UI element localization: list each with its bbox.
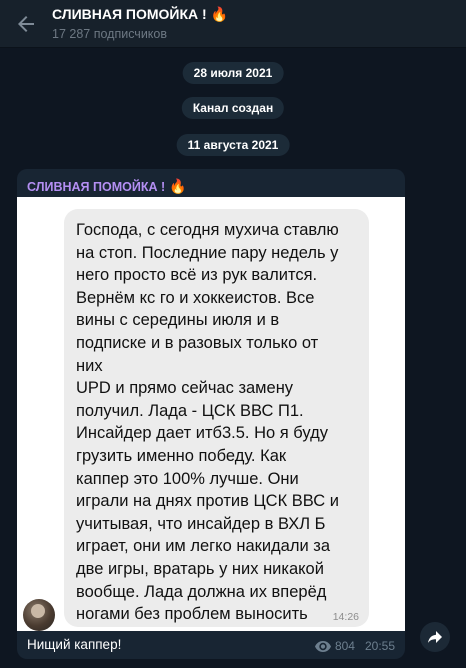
message-caption: Нищий каппер!	[27, 637, 122, 652]
eye-icon	[314, 640, 331, 652]
date-separator: 11 августа 2021	[176, 134, 290, 156]
arrow-left-icon	[18, 16, 34, 32]
fire-emoji: 🔥	[210, 6, 229, 22]
channel-title-text: СЛИВНАЯ ПОМОЙКА !	[52, 6, 207, 22]
screenshot-avatar	[23, 599, 55, 631]
channel-created-notice: Канал создан	[181, 97, 285, 119]
share-button[interactable]	[420, 622, 450, 652]
view-count: 804	[334, 639, 355, 653]
channel-title[interactable]: СЛИВНАЯ ПОМОЙКА ! 🔥	[52, 6, 228, 23]
message-time: 20:55	[364, 639, 395, 653]
date-separator: 28 июля 2021	[182, 62, 284, 84]
message-author-name: СЛИВНАЯ ПОМОЙКА !	[27, 180, 166, 194]
channel-header: СЛИВНАЯ ПОМОЙКА ! 🔥 17 287 подписчиков	[0, 0, 466, 48]
message-meta: 804 20:55	[314, 639, 395, 653]
message-bubble[interactable]: СЛИВНАЯ ПОМОЙКА ! 🔥 Господа, с сегодня му…	[17, 169, 405, 659]
message-photo[interactable]: Господа, с сегодня мухича ставлю на стоп…	[17, 197, 405, 631]
back-button[interactable]	[14, 12, 38, 36]
fire-emoji: 🔥	[169, 178, 187, 194]
share-arrow-icon	[428, 631, 442, 643]
subscriber-count: 17 287 подписчиков	[52, 27, 168, 41]
screenshot-message-time: 14:26	[332, 611, 359, 623]
message-author[interactable]: СЛИВНАЯ ПОМОЙКА ! 🔥	[27, 178, 187, 195]
screenshot-chat-bubble: Господа, с сегодня мухича ставлю на стоп…	[64, 209, 369, 627]
screenshot-message-text: Господа, с сегодня мухича ставлю на стоп…	[76, 221, 339, 624]
